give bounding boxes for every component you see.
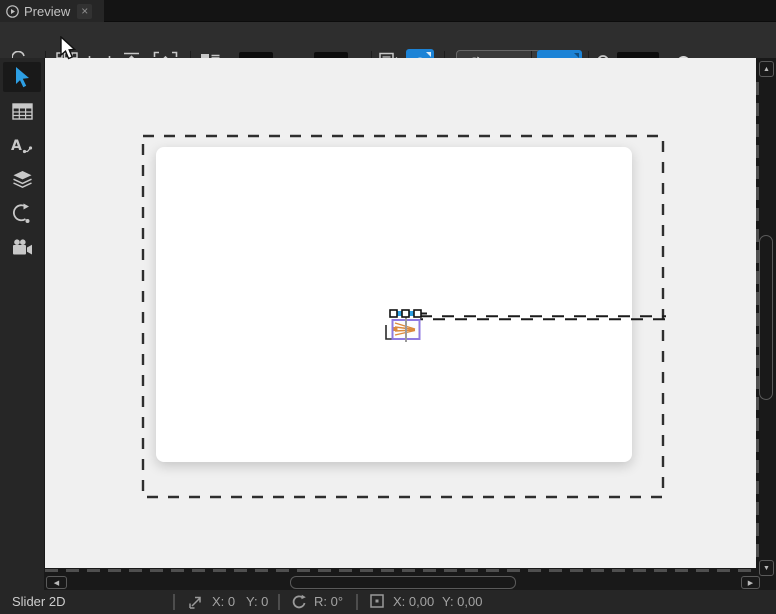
selected-slider-element[interactable] xyxy=(383,308,427,344)
vertical-scroll-thumb[interactable] xyxy=(759,235,773,400)
position-icon xyxy=(188,594,203,609)
scroll-left-button[interactable]: ◀ xyxy=(46,576,67,589)
selection-handles xyxy=(389,309,422,318)
close-icon[interactable]: × xyxy=(77,3,93,19)
svg-text:A: A xyxy=(11,138,22,154)
qt-design-studio-2d-view: Preview × 0 0 A ▲ ▼ ◀ ▶ Slider 2D X: 0 Y… xyxy=(0,0,776,614)
horizontal-scroll-thumb[interactable] xyxy=(290,576,516,589)
design-canvas[interactable] xyxy=(45,58,756,568)
table-icon xyxy=(11,102,33,120)
video-camera-icon xyxy=(12,238,32,254)
scroll-up-button[interactable]: ▲ xyxy=(759,61,774,77)
cursor-arrow-icon xyxy=(16,67,29,88)
scroll-down-button[interactable]: ▼ xyxy=(759,560,774,576)
mouse-cursor xyxy=(59,36,78,62)
camera-tool-button[interactable] xyxy=(3,232,41,262)
toolbar: X: px Y: px xyxy=(0,22,776,77)
dropdown-corner-icon xyxy=(426,52,431,57)
status-pivot-x: X: 0,00 xyxy=(393,594,435,609)
tab-bar: Preview × xyxy=(0,0,776,22)
status-separator xyxy=(356,594,358,610)
text-anchor-icon: A xyxy=(11,138,33,154)
status-pivot-y: Y: 0,00 xyxy=(442,594,483,609)
rotation-icon xyxy=(292,594,307,609)
vertical-scrollbar: ▲ ▼ xyxy=(756,58,776,590)
text-tool-button[interactable]: A xyxy=(3,130,41,160)
layers-icon xyxy=(12,170,32,188)
status-pos-y: Y: 0 xyxy=(246,594,269,609)
curve-arrow-icon xyxy=(13,203,30,223)
pivot-icon xyxy=(370,594,384,608)
status-rotation: R: 0° xyxy=(314,594,344,609)
layers-tool-button[interactable] xyxy=(3,164,41,194)
artboard[interactable] xyxy=(156,147,632,462)
horizontal-scrollbar: ◀ ▶ xyxy=(45,568,760,590)
selected-item-name: Slider 2D xyxy=(12,594,66,609)
tab-preview[interactable]: Preview × xyxy=(0,0,104,22)
status-pos-x: X: 0 xyxy=(212,594,236,609)
slider-dashed-bounds xyxy=(420,315,666,321)
select-tool-button[interactable] xyxy=(3,62,41,92)
status-separator xyxy=(173,594,175,610)
tab-title: Preview xyxy=(24,3,71,19)
tool-sidebar: A xyxy=(0,58,44,590)
scroll-right-button[interactable]: ▶ xyxy=(741,576,760,589)
table-view-tool-button[interactable] xyxy=(3,96,41,126)
canvas-edge-dashes xyxy=(45,569,756,572)
play-circle-icon xyxy=(6,4,19,18)
status-bar: Slider 2D X: 0 Y: 0 R: 0° X: 0,00 Y: 0,0… xyxy=(0,590,776,614)
status-separator xyxy=(278,594,280,610)
transitions-tool-button[interactable] xyxy=(3,198,41,228)
